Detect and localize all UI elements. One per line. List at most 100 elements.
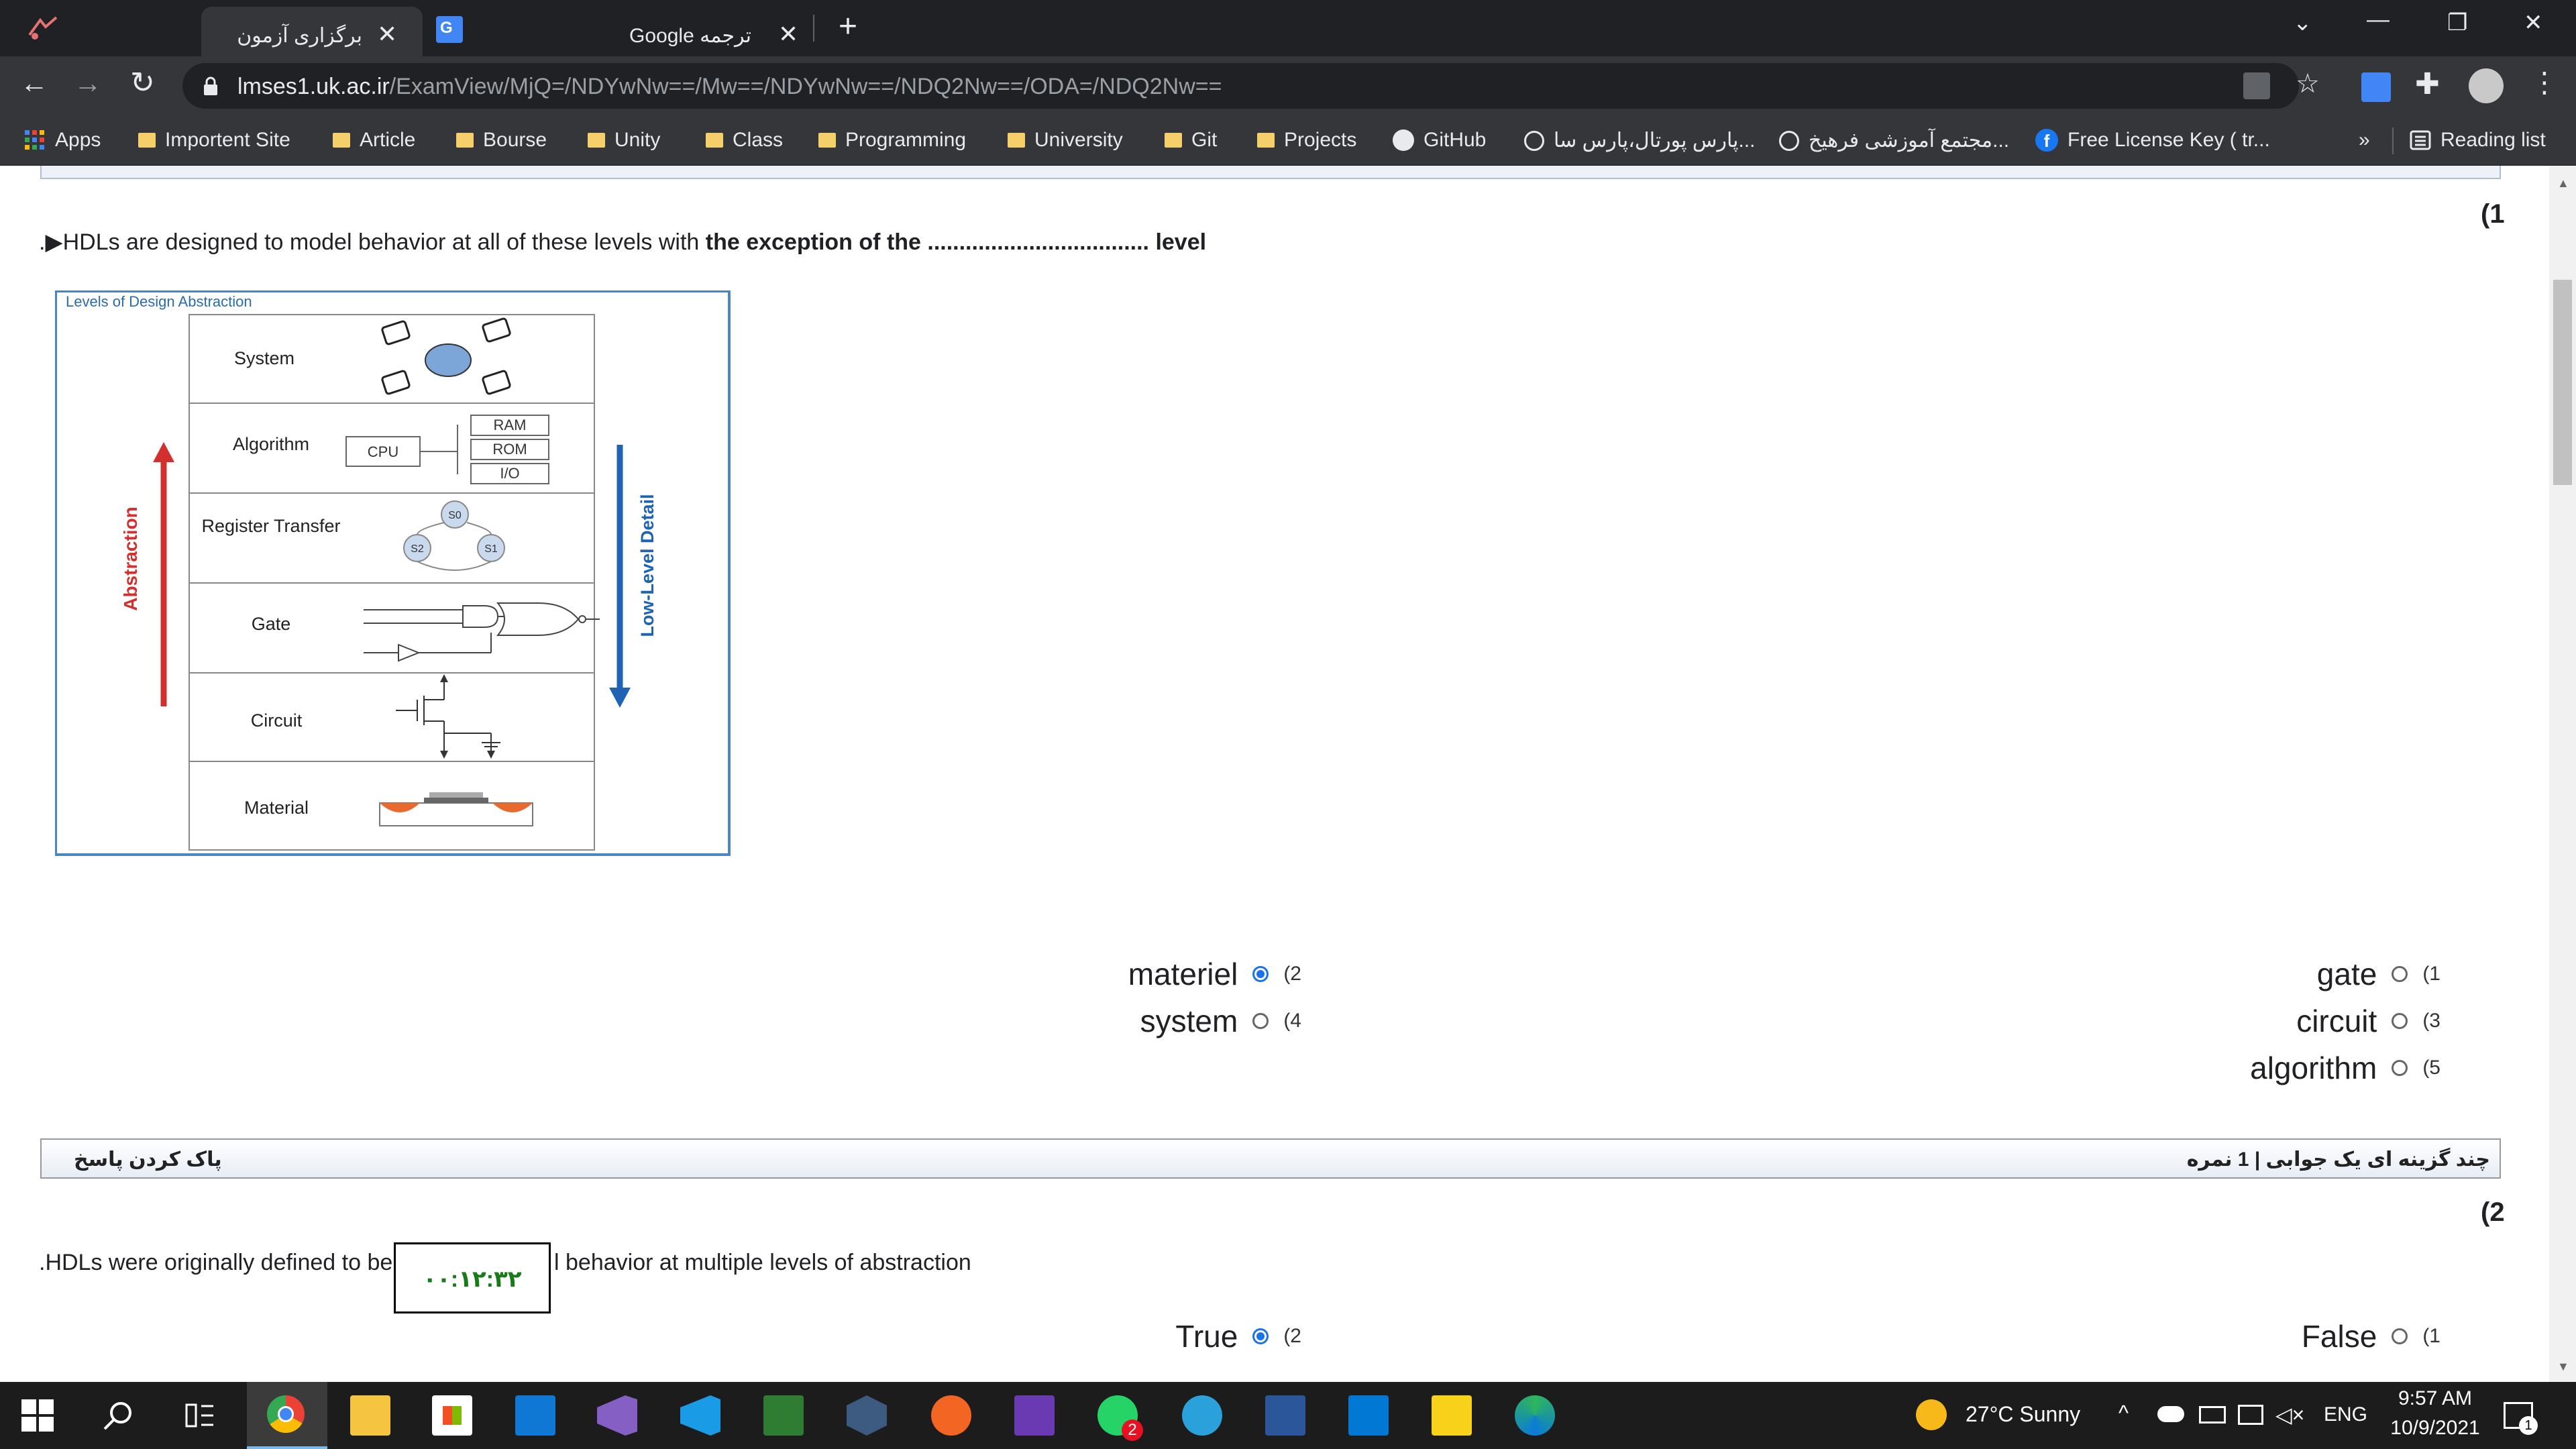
app-purple-icon[interactable] (1014, 1395, 1055, 1436)
network-icon[interactable] (2238, 1405, 2263, 1425)
onedrive-cloud-icon[interactable] (2157, 1406, 2184, 1422)
bookmark-folder[interactable]: Unity (588, 129, 660, 152)
folder-icon (333, 133, 350, 148)
back-button[interactable]: ← (20, 67, 48, 99)
bookmark-apps[interactable]: Apps (24, 129, 101, 152)
option-circuit[interactable]: circuit (3 (2296, 1003, 2440, 1039)
bookmark-folder[interactable]: Importent Site (138, 129, 290, 152)
bookmark-star-icon[interactable]: ☆ (2296, 68, 2320, 99)
battery-icon[interactable] (2199, 1406, 2226, 1424)
tab-google-translate[interactable]: G Google ترجمه ✕ (429, 7, 812, 56)
search-icon[interactable] (103, 1401, 133, 1430)
radio-button[interactable] (2392, 1328, 2408, 1344)
bookmarks-overflow-button[interactable]: » (2359, 129, 2370, 152)
option-materiel[interactable]: materiel (2 (1128, 956, 1301, 992)
edge-icon[interactable] (1515, 1395, 1555, 1436)
browser-menu-icon[interactable]: ⋮ (2530, 66, 2559, 99)
radio-button[interactable] (2392, 1060, 2408, 1076)
cpu-label: CPU (368, 443, 398, 460)
scrollbar-thumb[interactable] (2553, 280, 2572, 485)
new-tab-button[interactable]: + (839, 8, 857, 45)
level-material: Material (244, 798, 309, 818)
app-hexagon-icon[interactable] (847, 1395, 887, 1436)
file-explorer-icon[interactable] (350, 1395, 390, 1436)
option-false[interactable]: False (1 (2302, 1318, 2440, 1354)
diagram-title: Levels of Design Abstraction (66, 293, 252, 310)
visual-studio-icon[interactable] (597, 1395, 637, 1436)
clear-answer-link[interactable]: پاک کردن پاسخ (74, 1148, 222, 1171)
app-orange-icon[interactable] (931, 1395, 971, 1436)
tab-search-chevron-icon[interactable]: ⌄ (2293, 9, 2312, 36)
weather-text[interactable]: 27°C Sunny (1966, 1402, 2080, 1427)
google-translate-extension-icon[interactable] (2361, 72, 2391, 102)
previous-question-bar (40, 166, 2501, 179)
lock-icon[interactable] (203, 76, 219, 97)
bookmark-pars-portal[interactable]: پارس پورتال،پارس سا... (1524, 129, 1755, 152)
option-true[interactable]: True (2 (1175, 1318, 1301, 1354)
radio-button[interactable] (2392, 1013, 2408, 1029)
minimize-button[interactable]: — (2367, 7, 2390, 33)
task-view-icon[interactable] (185, 1402, 215, 1429)
io-label: I/O (500, 465, 519, 482)
tab-close-icon[interactable]: ✕ (778, 20, 798, 48)
question-text-end: l behavior at multiple levels of abstrac… (554, 1250, 971, 1275)
page-scrollbar[interactable]: ▲ ▼ (2549, 166, 2576, 1382)
folder-icon (1257, 133, 1275, 148)
tab-close-icon[interactable]: ✕ (377, 20, 397, 48)
weather-sun-icon[interactable] (1916, 1399, 1947, 1430)
tray-chevron-icon[interactable]: ^ (2118, 1401, 2129, 1426)
option-gate[interactable]: gate (1 (2317, 956, 2440, 992)
microsoft-store-icon[interactable] (432, 1395, 472, 1436)
ram-label: RAM (494, 417, 527, 433)
reload-button[interactable]: ↻ (130, 66, 155, 100)
option-system[interactable]: system (4 (1140, 1003, 1301, 1039)
question-text: .▶HDLs are designed to model behavior at… (39, 229, 1207, 255)
tab-exam[interactable]: ✕ برگزاری آزمون (201, 7, 423, 56)
windows-start-icon[interactable] (21, 1399, 54, 1432)
mail-icon[interactable] (515, 1395, 555, 1436)
browser-app-icon[interactable] (27, 15, 59, 42)
close-window-button[interactable]: ✕ (2524, 9, 2543, 36)
translate-page-icon[interactable] (2243, 72, 2270, 99)
bookmarks-bar: Apps Importent Site Article Bourse Unity… (0, 117, 2576, 166)
forward-button[interactable]: → (74, 67, 102, 99)
bookmark-folder[interactable]: Projects (1257, 129, 1356, 152)
bookmark-folder[interactable]: University (1008, 129, 1123, 152)
clock-date[interactable]: 10/9/2021 (2385, 1417, 2485, 1440)
apps-grid-icon (25, 130, 44, 150)
url-text[interactable]: lmses1.uk.ac.ir/ExamView/MjQ=/NDYwNw==/M… (237, 74, 1222, 100)
chrome-taskbar-button[interactable] (247, 1382, 327, 1449)
bookmark-folder[interactable]: Article (333, 129, 415, 152)
bookmark-folder[interactable]: Class (706, 129, 783, 152)
notification-center-icon[interactable]: 1 (2504, 1402, 2538, 1435)
word-icon[interactable] (1265, 1395, 1305, 1436)
sticky-notes-icon[interactable] (1432, 1395, 1472, 1436)
radio-button-selected[interactable] (1252, 966, 1269, 982)
scroll-down-arrow-icon[interactable]: ▼ (2557, 1360, 2569, 1374)
whatsapp-icon[interactable]: 2 (1097, 1395, 1143, 1441)
app-blue-icon[interactable] (1348, 1395, 1389, 1436)
radio-button-selected[interactable] (1252, 1328, 1269, 1344)
restore-button[interactable]: ❐ (2447, 9, 2467, 36)
bookmark-farhikhtegan[interactable]: مجتمع آموزشی فرهیخ... (1779, 129, 2009, 152)
radio-button[interactable] (2392, 966, 2408, 982)
bookmark-folder[interactable]: Programming (818, 129, 966, 152)
vscode-icon[interactable] (680, 1395, 720, 1436)
extensions-puzzle-icon[interactable]: ✚ (2415, 67, 2440, 101)
clock-time[interactable]: 9:57 AM (2392, 1387, 2478, 1410)
option-algorithm[interactable]: algorithm (5 (2250, 1050, 2440, 1086)
telegram-icon[interactable] (1182, 1395, 1222, 1436)
radio-button[interactable] (1252, 1013, 1269, 1029)
app-icon[interactable] (763, 1395, 804, 1436)
bookmark-free-license-key[interactable]: f Free License Key ( tr... (2035, 129, 2270, 152)
profile-avatar[interactable] (2469, 68, 2504, 103)
reading-list-button[interactable]: Reading list (2410, 129, 2546, 152)
input-language[interactable]: ENG (2324, 1403, 2367, 1426)
bookmark-folder[interactable]: Bourse (456, 129, 547, 152)
scroll-up-arrow-icon[interactable]: ▲ (2557, 176, 2569, 191)
address-bar[interactable]: lmses1.uk.ac.ir/ExamView/MjQ=/NDYwNw==/M… (182, 63, 2320, 109)
level-gate: Gate (252, 614, 291, 634)
volume-muted-icon[interactable]: ◁× (2275, 1402, 2304, 1428)
bookmark-folder[interactable]: Git (1165, 129, 1217, 152)
bookmark-github[interactable]: GitHub (1393, 129, 1486, 152)
